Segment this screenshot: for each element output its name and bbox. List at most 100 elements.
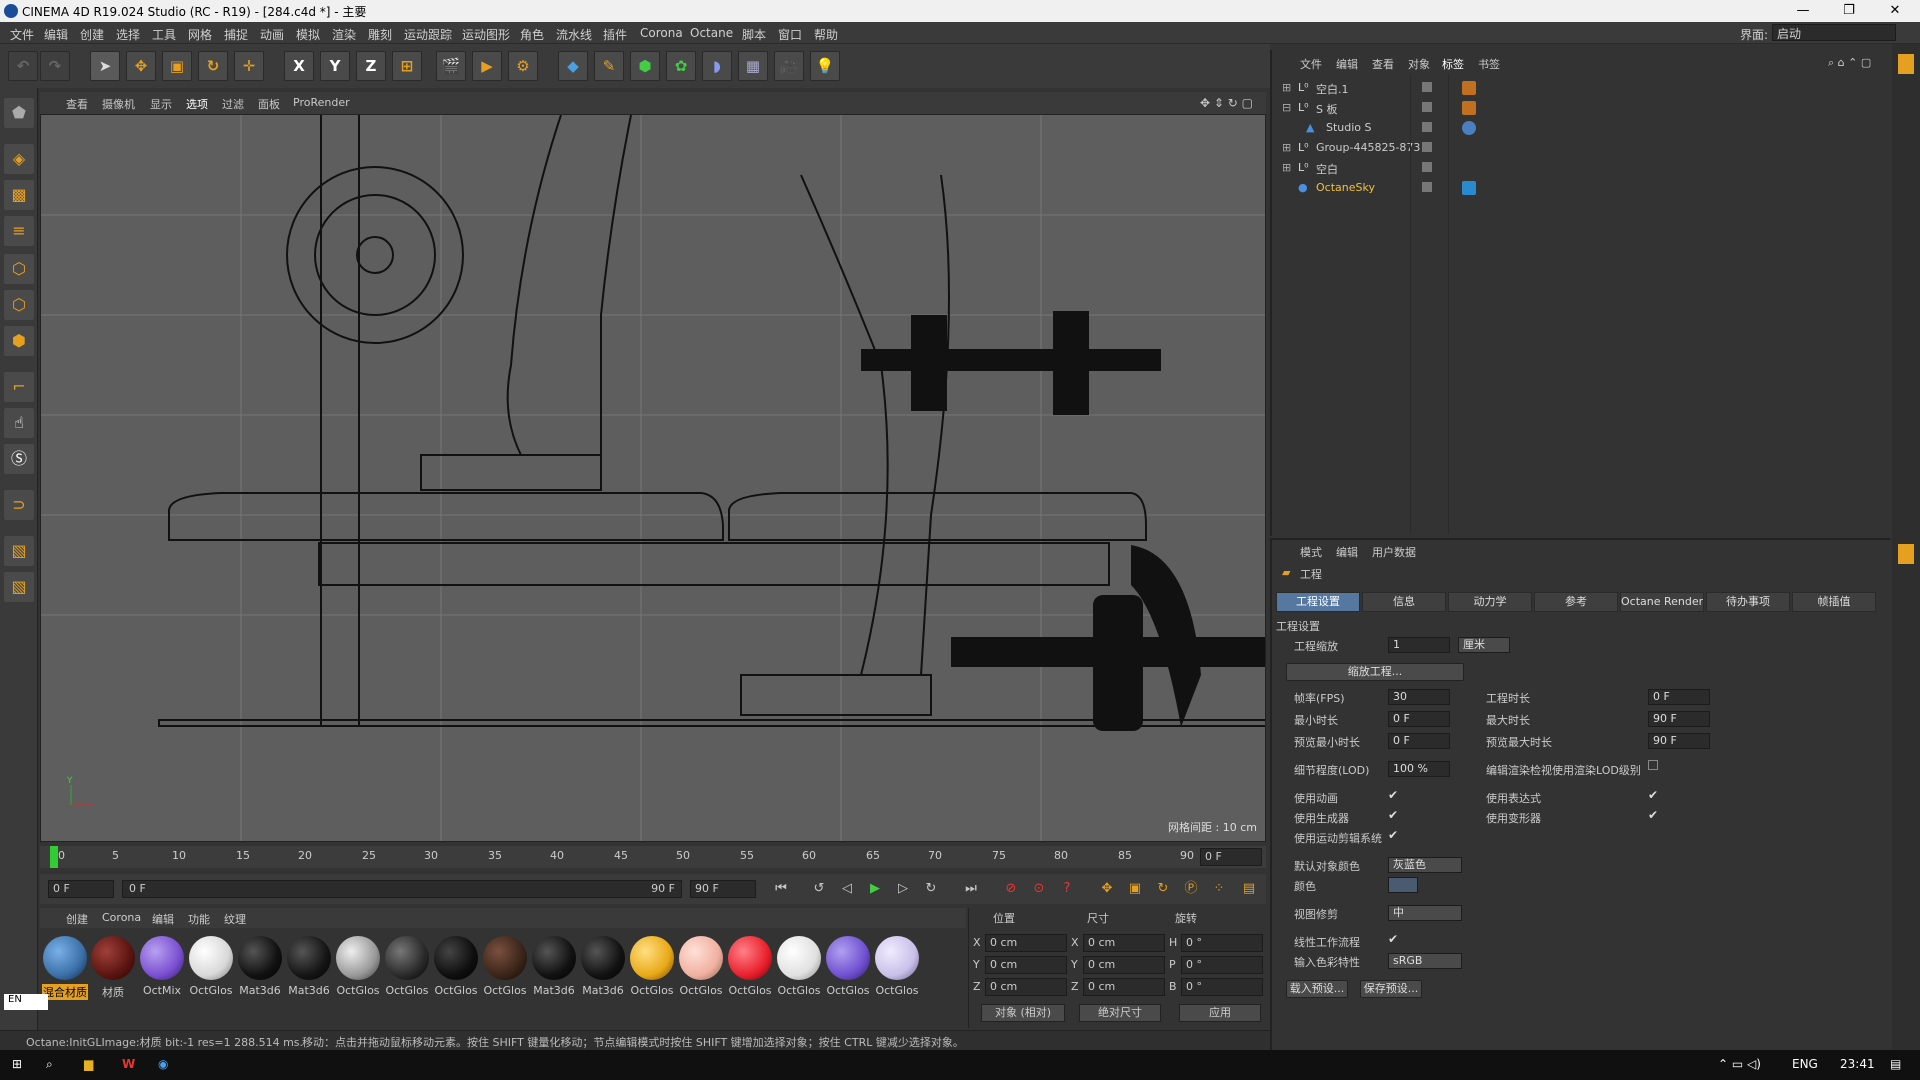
axis-x-button[interactable]: X	[284, 51, 314, 81]
mat-menu-edit[interactable]: 编辑	[152, 911, 174, 927]
search-icon[interactable]: ⌕	[46, 1057, 53, 1072]
position-z-field[interactable]: 0 cm	[985, 978, 1067, 996]
use-motion-system-checkbox[interactable]: ✔	[1388, 828, 1398, 842]
close-button[interactable]: ✕	[1872, 0, 1918, 22]
render-settings-icon[interactable]: ⚙	[508, 51, 538, 81]
snap-icon[interactable]: Ⓢ	[4, 444, 34, 474]
current-frame-marker[interactable]	[50, 846, 58, 868]
size-y-field[interactable]: 0 cm	[1083, 956, 1165, 974]
attr-menu-mode[interactable]: 模式	[1300, 544, 1322, 560]
move-tool-icon[interactable]: ✥	[126, 51, 156, 81]
material-swatch[interactable]: OctGlos	[188, 936, 234, 997]
cube-primitive-icon[interactable]: ◆	[558, 51, 588, 81]
lod-field[interactable]: 100 %	[1388, 761, 1450, 777]
menu-select[interactable]: 选择	[116, 26, 140, 43]
tab-project-settings[interactable]: 工程设置	[1276, 592, 1360, 612]
visibility-toggle[interactable]	[1422, 102, 1432, 112]
viewport-menu-panel[interactable]: 面板	[258, 96, 280, 112]
object-row[interactable]: ⊞ L⁰ 空白.1	[1280, 78, 1880, 98]
mat-menu-function[interactable]: 功能	[188, 911, 210, 927]
object-tag-icon[interactable]	[1462, 181, 1476, 195]
menu-mesh[interactable]: 网格	[188, 26, 212, 43]
coord-mode-dropdown[interactable]: 对象 (相对)	[981, 1004, 1065, 1022]
visibility-toggle[interactable]	[1422, 182, 1432, 192]
key-pla-icon[interactable]: ⁘	[1208, 878, 1230, 900]
material-swatch[interactable]: OctGlos	[482, 936, 528, 997]
render-lod-checkbox[interactable]	[1648, 760, 1658, 770]
obj-menu-view[interactable]: 查看	[1372, 56, 1394, 72]
lock-workplane-icon[interactable]: ▧	[4, 536, 34, 566]
start-frame-field[interactable]: 0 F	[48, 880, 114, 898]
timeline-ruler[interactable]: 0 5 10 15 20 25 30 35 40 45 50 55 60 65 …	[40, 846, 1266, 868]
expand-icon[interactable]: ⊞	[1282, 161, 1291, 174]
use-generators-checkbox[interactable]: ✔	[1388, 808, 1398, 822]
size-mode-dropdown[interactable]: 绝对尺寸	[1079, 1004, 1161, 1022]
object-tab-icon[interactable]	[1898, 54, 1914, 74]
obj-menu-edit[interactable]: 编辑	[1336, 56, 1358, 72]
planar-workplane-icon[interactable]: ▧	[4, 572, 34, 602]
cloner-icon[interactable]: ✿	[666, 51, 696, 81]
redo-button[interactable]: ↷	[40, 51, 70, 81]
tab-dynamics[interactable]: 动力学	[1448, 592, 1532, 612]
size-x-field[interactable]: 0 cm	[1083, 934, 1165, 952]
workplane-icon[interactable]: ≡	[4, 216, 34, 246]
material-swatch[interactable]: OctMix	[139, 936, 185, 997]
material-swatch[interactable]: OctGlos	[433, 936, 479, 997]
previous-frame-icon[interactable]: ◁	[836, 878, 858, 900]
viewport-menu-display[interactable]: 显示	[150, 96, 172, 112]
attr-menu-edit[interactable]: 编辑	[1336, 544, 1358, 560]
edges-mode-icon[interactable]: ⬡	[4, 290, 34, 320]
go-to-start-icon[interactable]: ⏮	[770, 878, 792, 900]
polygons-mode-icon[interactable]: ⬢	[4, 326, 34, 356]
fps-field[interactable]: 30	[1388, 689, 1450, 705]
keyframe-selection-icon[interactable]: ?	[1056, 878, 1078, 900]
notification-icon[interactable]: ▤	[1890, 1057, 1901, 1071]
axis-mode-icon[interactable]: ⌐	[4, 372, 34, 402]
project-duration-field[interactable]: 0 F	[1648, 689, 1710, 705]
menu-corona[interactable]: Corona	[640, 26, 683, 40]
render-picture-viewer-icon[interactable]: ▶	[472, 51, 502, 81]
play-icon[interactable]: ▶	[864, 878, 886, 900]
record-icon[interactable]: ⊘	[1000, 878, 1022, 900]
camera-icon[interactable]: 🎥	[774, 51, 804, 81]
menu-render[interactable]: 渲染	[332, 26, 356, 43]
scale-unit-dropdown[interactable]: 厘米	[1458, 637, 1510, 653]
undo-button[interactable]: ↶	[8, 51, 38, 81]
preview-min-field[interactable]: 0 F	[1388, 733, 1450, 749]
material-swatch[interactable]: Mat3d6	[286, 936, 332, 997]
position-x-field[interactable]: 0 cm	[985, 934, 1067, 952]
viewport-menu-options[interactable]: 选项	[186, 96, 208, 112]
tab-octane-render[interactable]: Octane Render	[1620, 592, 1704, 612]
object-tag-icon[interactable]	[1462, 121, 1476, 135]
key-rotation-icon[interactable]: ↻	[1152, 878, 1174, 900]
scale-tool-icon[interactable]: ▣	[162, 51, 192, 81]
world-coord-icon[interactable]: ⊞	[392, 51, 422, 81]
light-icon[interactable]: 💡	[810, 51, 840, 81]
texture-mode-icon[interactable]: ▩	[4, 180, 34, 210]
visibility-toggle[interactable]	[1422, 162, 1432, 172]
deformer-icon[interactable]: ◗	[702, 51, 732, 81]
preview-range-slider[interactable]: 0 F 90 F	[122, 880, 682, 898]
expand-icon[interactable]: ⊞	[1282, 81, 1291, 94]
transform-tool-icon[interactable]: ✛	[234, 51, 264, 81]
menu-character[interactable]: 角色	[520, 26, 544, 43]
make-editable-icon[interactable]: ⬟	[4, 98, 34, 128]
obj-menu-object[interactable]: 对象	[1408, 56, 1430, 72]
windows-start-icon[interactable]: ⊞	[12, 1057, 22, 1071]
maximize-button[interactable]: ❐	[1826, 0, 1872, 22]
select-arrow-icon[interactable]: ➤	[90, 51, 120, 81]
object-tag-icon[interactable]	[1462, 101, 1476, 115]
attr-menu-userdata[interactable]: 用户数据	[1372, 544, 1416, 560]
obj-menu-bookmarks[interactable]: 书签	[1478, 56, 1500, 72]
rotate-tool-icon[interactable]: ↻	[198, 51, 228, 81]
color-swatch[interactable]	[1388, 877, 1418, 893]
layout-dropdown[interactable]: 启动	[1772, 24, 1896, 41]
timeline-window-icon[interactable]: ▤	[1238, 878, 1260, 900]
material-swatch[interactable]: Mat3d6	[580, 936, 626, 997]
material-swatch[interactable]: OctGlos	[335, 936, 381, 997]
menu-tools[interactable]: 工具	[152, 26, 176, 43]
key-scale-icon[interactable]: ▣	[1124, 878, 1146, 900]
input-color-profile-dropdown[interactable]: sRGB	[1388, 953, 1462, 969]
material-swatch[interactable]: Mat3d6	[237, 936, 283, 997]
scale-field[interactable]: 1	[1388, 637, 1450, 653]
